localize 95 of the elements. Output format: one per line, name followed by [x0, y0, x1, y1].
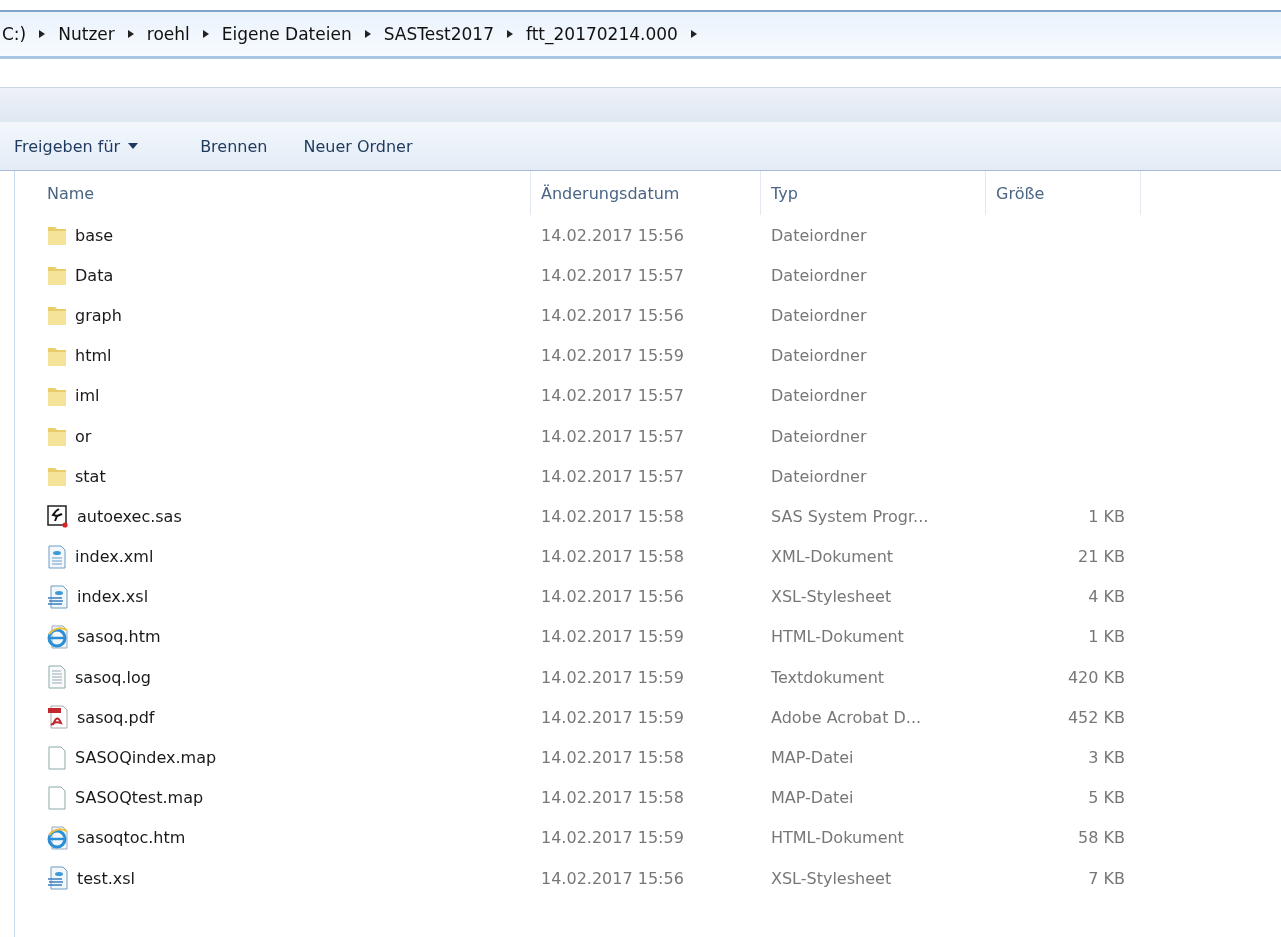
- date-cell-text: 14.02.2017 15:56: [540, 305, 685, 325]
- breadcrumb-item[interactable]: Eigene Dateien: [221, 24, 352, 44]
- breadcrumb-item[interactable]: SASTest2017: [383, 24, 494, 44]
- file-name[interactable]: base: [75, 225, 114, 245]
- type-cell-text: Adobe Acrobat D...: [770, 707, 923, 727]
- date-cell-text: 14.02.2017 15:57: [540, 426, 685, 446]
- date-cell-text: 14.02.2017 15:59: [540, 627, 685, 647]
- folder-icon: [47, 425, 67, 448]
- type-cell-text: Textdokument: [770, 667, 886, 687]
- breadcrumb-item[interactable]: Nutzer: [58, 24, 115, 44]
- size-cell-text: 1 KB: [1087, 506, 1126, 526]
- date-cell-text: 14.02.2017 15:57: [540, 386, 685, 406]
- size-cell-text: 3 KB: [1087, 748, 1126, 768]
- file-name[interactable]: iml: [75, 386, 100, 406]
- date-cell-text: 14.02.2017 15:59: [540, 707, 685, 727]
- type-cell-text: Dateiordner: [770, 386, 868, 406]
- type-cell-text: XML-Dokument: [770, 547, 895, 567]
- blank-document-icon: [47, 785, 67, 810]
- file-name[interactable]: sasoqtoc.htm: [77, 828, 186, 848]
- file-name[interactable]: autoexec.sas: [77, 506, 182, 526]
- browser-document-icon: [47, 825, 69, 850]
- blank-document-icon: [47, 745, 67, 770]
- file-name[interactable]: or: [75, 426, 92, 446]
- type-cell-text: HTML-Dokument: [770, 627, 905, 647]
- size-cell-text: 21 KB: [1077, 547, 1126, 567]
- date-cell-text: 14.02.2017 15:56: [540, 587, 685, 607]
- file-name[interactable]: graph: [75, 305, 122, 325]
- date-cell-text: 14.02.2017 15:56: [540, 225, 685, 245]
- column-header[interactable]: Name: [15, 171, 531, 215]
- chevron-icon[interactable]: [38, 29, 47, 39]
- stylesheet-document-icon: [47, 584, 69, 609]
- column-header[interactable]: Größe: [986, 171, 1141, 215]
- toolbar-button[interactable]: Neuer Ordner: [295, 132, 421, 160]
- text-document-icon: [47, 665, 67, 690]
- type-cell-text: Dateiordner: [770, 305, 868, 325]
- type-cell-text: Dateiordner: [770, 265, 868, 285]
- type-cell-text: Dateiordner: [770, 225, 868, 245]
- file-name[interactable]: SASOQtest.map: [75, 788, 204, 808]
- type-cell-text: Dateiordner: [770, 466, 868, 486]
- type-cell-text: XSL-Stylesheet: [770, 587, 893, 607]
- size-cell-text: 1 KB: [1087, 627, 1126, 647]
- file-name[interactable]: stat: [75, 466, 106, 486]
- chevron-icon[interactable]: [506, 29, 514, 39]
- type-cell-text: MAP-Datei: [770, 788, 855, 808]
- size-cell-text: 58 KB: [1077, 828, 1126, 848]
- breadcrumb-item[interactable]: roehl: [146, 24, 190, 44]
- type-cell-text: Dateiordner: [770, 426, 868, 446]
- chevron-icon[interactable]: [126, 29, 135, 39]
- chevron-icon[interactable]: [363, 29, 372, 39]
- file-name[interactable]: index.xsl: [77, 587, 149, 607]
- date-cell-text: 14.02.2017 15:58: [540, 547, 685, 567]
- browser-document-icon: [47, 624, 69, 649]
- column-header[interactable]: Änderungsdatum: [531, 171, 761, 215]
- file-name[interactable]: SASOQindex.map: [75, 748, 217, 768]
- size-cell-text: 420 KB: [1066, 667, 1126, 687]
- file-name[interactable]: sasoq.log: [75, 667, 151, 687]
- size-cell-text: 452 KB: [1066, 707, 1126, 727]
- date-cell-text: 14.02.2017 15:57: [540, 466, 685, 486]
- folder-icon: [47, 304, 67, 327]
- date-cell-text: 14.02.2017 15:59: [540, 346, 685, 366]
- type-cell-text: SAS System Progr...: [770, 506, 930, 526]
- folder-icon: [47, 264, 67, 287]
- file-name[interactable]: sasoq.htm: [77, 627, 161, 647]
- toolbar-button[interactable]: Brennen: [192, 132, 276, 160]
- type-cell-text: MAP-Datei: [770, 748, 855, 768]
- folder-icon: [47, 465, 67, 488]
- column-header[interactable]: Typ: [761, 171, 986, 215]
- file-name[interactable]: sasoq.pdf: [77, 707, 155, 727]
- chevron-icon[interactable]: [201, 29, 210, 39]
- xml-document-icon: [47, 544, 67, 569]
- toolbar-button[interactable]: Freigeben für: [6, 132, 147, 160]
- folder-icon: [47, 224, 67, 247]
- file-name[interactable]: index.xml: [75, 547, 154, 567]
- date-cell-text: 14.02.2017 15:59: [540, 828, 685, 848]
- stylesheet-document-icon: [47, 866, 69, 891]
- address-bar[interactable]: C:) Nutzer roehl Eigene Dateien SASTest2017 ftt_20170214.000: [0, 10, 1281, 59]
- size-cell-text: 7 KB: [1087, 868, 1126, 888]
- date-cell-text: 14.02.2017 15:59: [540, 667, 685, 687]
- file-name[interactable]: test.xsl: [77, 868, 136, 888]
- type-cell-text: XSL-Stylesheet: [770, 868, 893, 888]
- date-cell-text: 14.02.2017 15:57: [540, 265, 685, 285]
- breadcrumb-item[interactable]: C:): [2, 24, 27, 44]
- file-name[interactable]: Data: [75, 265, 114, 285]
- type-cell-text: Dateiordner: [770, 346, 868, 366]
- size-cell-text: 5 KB: [1087, 788, 1126, 808]
- file-name[interactable]: html: [75, 346, 112, 366]
- date-cell-text: 14.02.2017 15:58: [540, 748, 685, 768]
- pdf-document-icon: [47, 705, 69, 730]
- chevron-icon[interactable]: [689, 29, 698, 39]
- breadcrumb-item[interactable]: ftt_20170214.000: [526, 24, 678, 44]
- type-cell-text: HTML-Dokument: [770, 828, 905, 848]
- size-cell-text: 4 KB: [1087, 587, 1126, 607]
- date-cell-text: 14.02.2017 15:56: [540, 868, 685, 888]
- date-cell-text: 14.02.2017 15:58: [540, 788, 685, 808]
- date-cell-text: 14.02.2017 15:58: [540, 506, 685, 526]
